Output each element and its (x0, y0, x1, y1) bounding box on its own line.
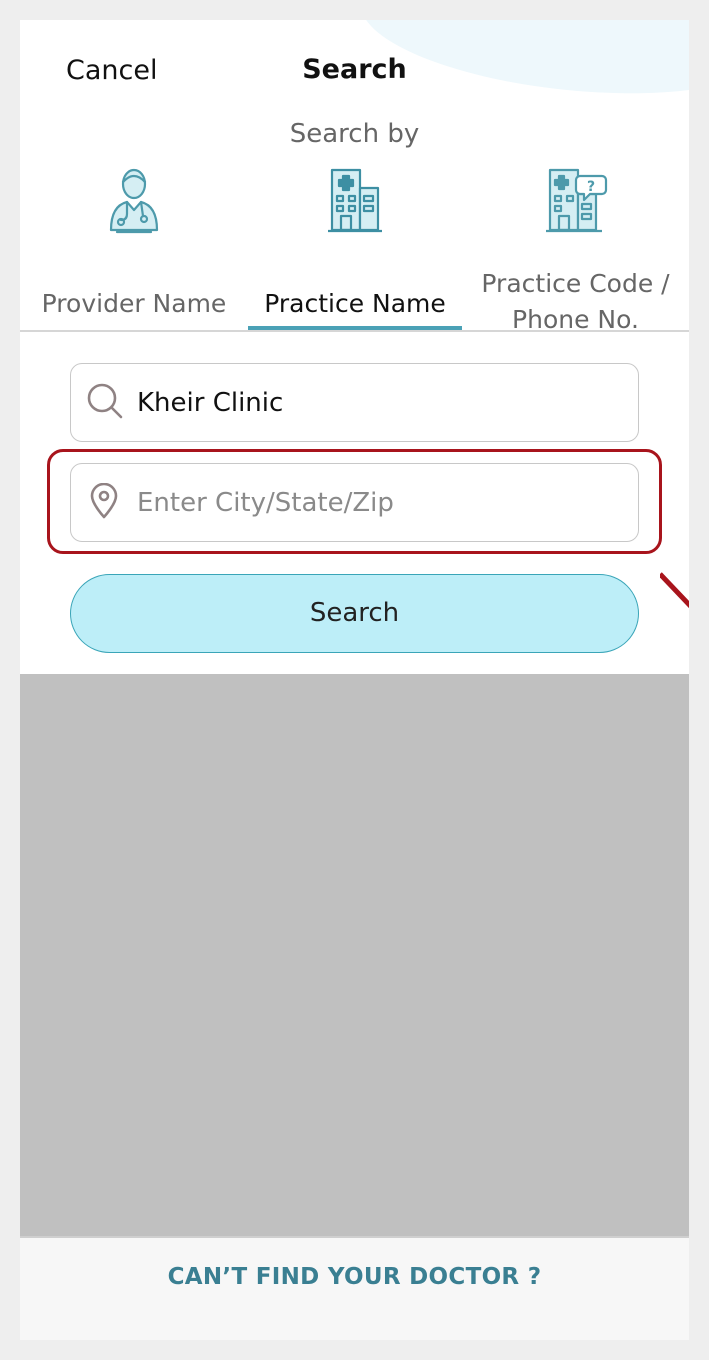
svg-text:?: ? (586, 179, 594, 195)
hospital-icon (326, 164, 384, 238)
tab-label: Practice Name (264, 289, 446, 318)
annotation-arrow (658, 570, 689, 624)
tab-practice-code-phone[interactable]: ? Practice Code / Phone No. (462, 160, 689, 334)
results-area (20, 674, 689, 1236)
hospital-question-icon: ? (544, 164, 608, 238)
tab-provider-name[interactable]: Provider Name (20, 160, 248, 332)
search-button[interactable]: Search (70, 574, 639, 653)
practice-search-value: Kheir Clinic (137, 387, 284, 418)
highlight-annotation (47, 449, 662, 554)
practice-search-field[interactable]: Kheir Clinic (70, 363, 639, 442)
tab-label: Provider Name (41, 289, 227, 318)
app-screen: Cancel Search Search by Provider Name Pr… (20, 20, 689, 1340)
tab-label-line2: Phone No. (512, 305, 639, 334)
footer-bar: CAN’T FIND YOUR DOCTOR ? (20, 1236, 689, 1340)
cant-find-doctor-link[interactable]: CAN’T FIND YOUR DOCTOR ? (20, 1264, 689, 1290)
search-by-label: Search by (289, 119, 420, 149)
tab-practice-name[interactable]: Practice Name (248, 160, 462, 332)
page-title: Search (302, 54, 407, 85)
tab-label-line1: Practice Code / (481, 269, 670, 298)
search-icon (85, 381, 125, 425)
tab-divider (20, 330, 689, 332)
doctor-icon (103, 164, 165, 238)
